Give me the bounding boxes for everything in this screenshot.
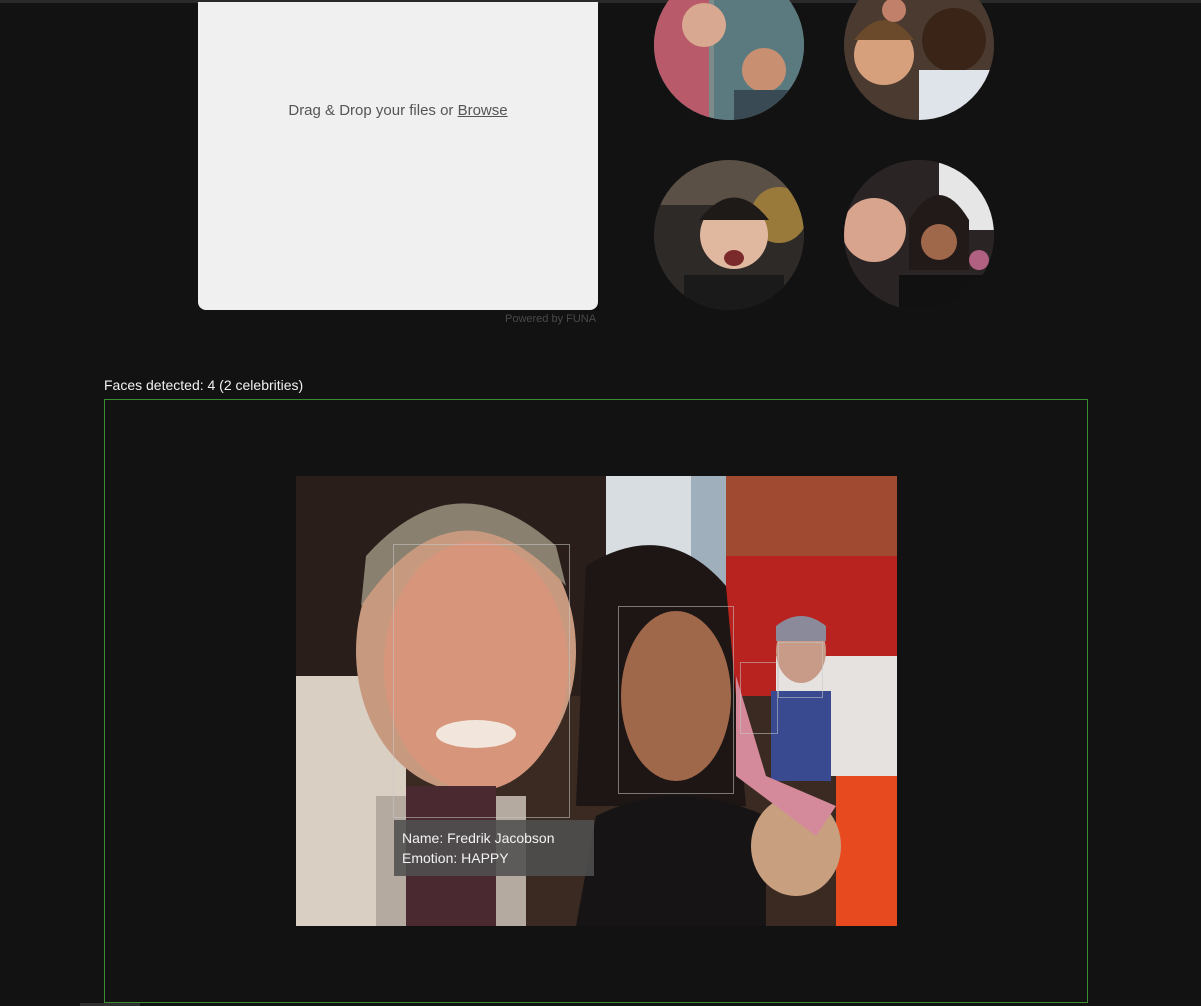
dropzone-prompt: Drag & Drop your files or Browse — [198, 102, 598, 119]
sample-image-4[interactable] — [844, 160, 994, 310]
face-info-tooltip: Name: Fredrik Jacobson Emotion: HAPPY — [394, 820, 594, 876]
powered-by-label: Powered by FUNA — [505, 313, 597, 325]
face-box-3[interactable] — [740, 662, 778, 734]
face-box-4[interactable] — [778, 642, 823, 698]
tooltip-emotion: Emotion: HAPPY — [402, 850, 509, 866]
analyzed-photo — [296, 476, 897, 926]
top-bar — [0, 0, 1201, 3]
browse-link[interactable]: Browse — [458, 102, 508, 119]
faces-detected-label: Faces detected: 4 (2 celebrities) — [104, 377, 304, 393]
sample-image-1[interactable] — [654, 0, 804, 120]
dropzone-prompt-text: Drag & Drop your files or — [288, 102, 458, 119]
sample-image-3[interactable] — [654, 160, 804, 310]
sample-image-2[interactable] — [844, 0, 994, 120]
face-box-1[interactable] — [393, 544, 570, 818]
file-dropzone[interactable]: Drag & Drop your files or Browse — [198, 2, 598, 310]
face-box-2[interactable] — [618, 606, 734, 794]
tooltip-name: Name: Fredrik Jacobson — [402, 830, 555, 846]
